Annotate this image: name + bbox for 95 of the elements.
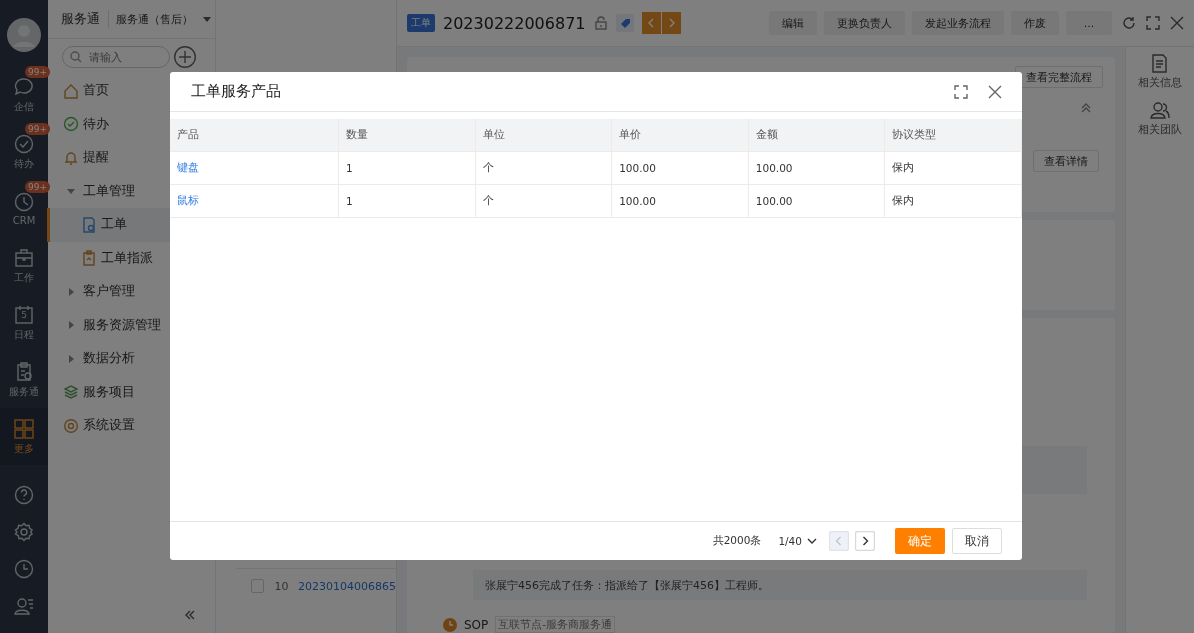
calendar-date: 5 (20, 309, 28, 320)
table-cell: 1 (338, 151, 476, 185)
chevron-down-icon (807, 538, 817, 544)
column-header: 单价 (611, 119, 749, 152)
app-title: 服务通 (61, 10, 109, 28)
caret-icon (203, 16, 211, 22)
count-badge: 99+ (25, 122, 50, 135)
table-cell: 保内 (884, 151, 1022, 185)
table-cell: 100.00 (748, 184, 885, 218)
collapse-icon[interactable] (185, 610, 195, 620)
table-cell: 100.00 (611, 151, 749, 185)
briefcase-icon (13, 246, 35, 269)
flow-button[interactable]: 查看完整流程 (1015, 66, 1103, 88)
check-circle-icon (63, 116, 79, 133)
record-link[interactable]: 20230104006865 (298, 579, 396, 593)
timeline-text: 张展宁456完成了任务：指派给了【张展宁456】工程师。 (485, 577, 769, 593)
double-chevron-up-icon[interactable] (1081, 103, 1091, 113)
add-button[interactable] (174, 46, 196, 68)
tag-icon (615, 14, 634, 32)
people-icon (1150, 101, 1170, 120)
menu-item[interactable]: 服务资源管理 (47, 308, 215, 342)
avatar-icon (7, 18, 41, 52)
dialog-title: 工单服务产品 (191, 82, 281, 101)
next-page-button[interactable] (855, 531, 875, 551)
table-cell: 个 (475, 184, 612, 218)
record-tag: 工单 (407, 14, 435, 32)
product-link[interactable]: 鼠标 (170, 184, 339, 218)
page-selector[interactable]: 1/40 (778, 535, 817, 547)
rail-label: 工作 (14, 270, 34, 285)
cancel-button[interactable]: 取消 (952, 528, 1002, 554)
row-index: 10 (273, 579, 290, 593)
help-icon[interactable] (14, 485, 34, 505)
rail-item[interactable]: 更多 (0, 408, 48, 465)
node-tag: 互联节点-服务商服务通 (495, 616, 616, 633)
bell-icon (63, 149, 79, 166)
gear-icon (63, 417, 79, 434)
close-icon[interactable] (988, 84, 1002, 99)
column-header: 数量 (338, 119, 476, 152)
next-button[interactable] (661, 12, 681, 34)
action-button[interactable]: 更换负责人 (824, 11, 905, 35)
table-cell: 1 (338, 184, 476, 218)
column-header: 协议类型 (884, 119, 1022, 152)
side-tab[interactable]: 相关团队 (1138, 101, 1182, 137)
record-number: 20230222006871 (443, 13, 586, 33)
app-switcher[interactable]: 服务通（售后） (109, 11, 211, 27)
count-badge: 99+ (25, 65, 50, 78)
menu-item[interactable]: 工单指派 (47, 241, 215, 275)
side-tab[interactable]: 相关信息 (1138, 54, 1182, 90)
menu-item[interactable]: 服务项目 (47, 375, 215, 409)
rail-label: 待办 (14, 156, 34, 171)
action-button[interactable]: ... (1066, 11, 1112, 35)
detail-button[interactable]: 查看详情 (1033, 150, 1099, 172)
column-header: 产品 (170, 119, 339, 152)
search-icon (70, 51, 82, 63)
timeline-title: SOP (464, 617, 489, 632)
refresh-icon[interactable] (1122, 16, 1136, 30)
action-button[interactable]: 发起业务流程 (912, 11, 1004, 35)
column-header: 单位 (475, 119, 612, 152)
total-count: 共2000条 (712, 534, 762, 548)
table-cell: 100.00 (611, 184, 749, 218)
menu-item[interactable]: 数据分析 (47, 342, 215, 376)
fullscreen-icon[interactable] (1146, 16, 1160, 30)
close-icon[interactable] (1170, 16, 1184, 30)
user-list-icon[interactable] (14, 596, 34, 616)
product-link[interactable]: 键盘 (170, 151, 339, 185)
grid-icon (13, 417, 35, 440)
table-cell: 保内 (884, 184, 1022, 218)
chat-icon (13, 75, 35, 98)
home-icon (63, 82, 79, 99)
count-badge: 99+ (25, 181, 50, 193)
previous-button[interactable] (641, 12, 661, 34)
action-button[interactable]: 作废 (1011, 11, 1059, 35)
search-field[interactable]: 请输入 (62, 46, 170, 68)
fullscreen-icon[interactable] (954, 84, 968, 99)
row-checkbox[interactable] (251, 579, 264, 593)
table-cell: 个 (475, 151, 612, 185)
column-header: 金额 (748, 119, 885, 152)
table-cell: 100.00 (748, 151, 885, 185)
rail-label: 企信 (14, 99, 34, 114)
layers-icon (63, 384, 79, 401)
clock-icon[interactable] (14, 559, 34, 579)
document-icon (81, 216, 97, 233)
clock-icon (13, 191, 35, 213)
lock-icon (593, 16, 608, 30)
settings-icon[interactable] (14, 522, 34, 542)
document-icon (1150, 54, 1170, 73)
clipboard-icon (81, 250, 97, 267)
rail-label: 更多 (14, 441, 34, 456)
check-circle-icon (13, 132, 35, 155)
menu-item[interactable]: 客户管理 (47, 275, 215, 309)
confirm-button[interactable]: 确定 (895, 528, 945, 554)
menu-item[interactable]: 系统设置 (47, 409, 215, 443)
rail-label: CRM (12, 215, 36, 226)
calendar-icon (13, 303, 35, 326)
action-button[interactable]: 编辑 (769, 11, 817, 35)
